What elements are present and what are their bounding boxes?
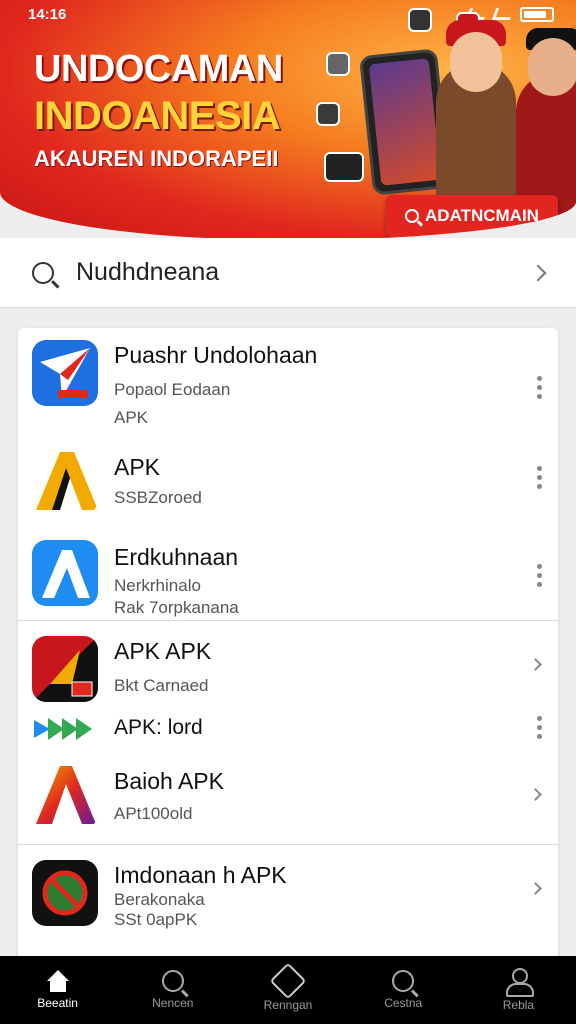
nav-tab-label: Rebla bbox=[502, 998, 535, 1012]
letter-a-yellow-icon bbox=[32, 448, 98, 514]
blocked-app-icon bbox=[32, 860, 98, 926]
status-time: 14:16 bbox=[28, 5, 67, 23]
nav-tab-label: Beeatin bbox=[37, 996, 78, 1010]
chevron-right-icon[interactable] bbox=[529, 788, 542, 801]
app-subtitle: APt100old bbox=[114, 804, 193, 823]
more-options-icon[interactable] bbox=[536, 564, 542, 587]
chevron-right-icon[interactable] bbox=[529, 882, 542, 895]
nav-tab-discover[interactable]: Cestna bbox=[346, 956, 461, 1024]
more-options-icon[interactable] bbox=[536, 376, 542, 399]
nav-tab-label: Nencen bbox=[152, 996, 194, 1010]
app-list: Puashr Undolohaan Popaol Eodaan APK APK … bbox=[18, 328, 558, 968]
battery-icon bbox=[520, 6, 554, 22]
clock-icon bbox=[326, 52, 350, 76]
video-camera-icon bbox=[324, 152, 364, 182]
app-title: Puashr Undolohaan bbox=[114, 342, 318, 368]
search-icon bbox=[161, 970, 184, 992]
camera-icon bbox=[408, 8, 432, 32]
letter-a-gradient-icon bbox=[32, 762, 98, 828]
list-item[interactable]: APK SSBZoroed bbox=[18, 448, 558, 518]
banner-button-label: ADATNCMAIN bbox=[425, 206, 539, 225]
home-icon bbox=[44, 970, 72, 992]
search-bar[interactable]: Nudhdneana bbox=[0, 238, 576, 308]
list-item[interactable]: Erdkuhnaan Nerkrhinalo Rak 7orpkanana bbox=[18, 540, 558, 620]
list-item[interactable]: Baioh APK APt100old bbox=[18, 762, 558, 832]
more-options-icon[interactable] bbox=[536, 716, 542, 739]
app-subtitle: Popaol Eodaan bbox=[114, 380, 231, 399]
app-title: APK bbox=[114, 454, 161, 480]
bag-icon bbox=[269, 962, 307, 1000]
search-input[interactable]: Nudhdneana bbox=[76, 258, 532, 287]
list-item[interactable]: Imdonaan h APK Berakonaka SSt 0apPK bbox=[18, 858, 558, 934]
chevron-right-icon[interactable] bbox=[529, 658, 542, 671]
app-subtitle: Nerkrhinalo bbox=[114, 576, 201, 595]
user-icon bbox=[506, 968, 535, 997]
app-title: APK APK bbox=[114, 638, 212, 664]
banner-illustration bbox=[316, 8, 576, 222]
app-title: Imdonaan h APK bbox=[114, 862, 287, 888]
bottom-navigation: Beeatin Nencen Renngan Cestna Rebla bbox=[0, 956, 576, 1024]
app-title: Baioh APK bbox=[114, 768, 224, 794]
more-options-icon[interactable] bbox=[536, 466, 542, 489]
app-subtitle: Rak 7orpkanana bbox=[114, 598, 239, 617]
app-subtitle: Bkt Carnaed bbox=[114, 676, 209, 695]
banner-subtitle: AKAUREN INDORAPEII bbox=[34, 146, 279, 171]
divider bbox=[18, 620, 558, 621]
nav-tab-profile[interactable]: Rebla bbox=[461, 956, 576, 1024]
banner-search-button[interactable]: ADATNCMAIN bbox=[386, 195, 558, 237]
list-item[interactable]: Puashr Undolohaan Popaol Eodaan APK bbox=[18, 340, 558, 430]
banner-title-highlight: INDOANESIA bbox=[34, 94, 281, 138]
nav-tab-search[interactable]: Nencen bbox=[115, 956, 230, 1024]
list-item[interactable]: APK APK Bkt Carnaed bbox=[18, 636, 558, 702]
search-icon bbox=[32, 261, 54, 284]
app-subtitle: SSt 0apPK bbox=[114, 910, 198, 929]
search-icon bbox=[392, 970, 415, 992]
divider bbox=[18, 844, 558, 845]
gamepad-icon bbox=[316, 102, 340, 126]
play-store-icon bbox=[32, 714, 98, 744]
letter-a-blue-icon bbox=[32, 540, 98, 606]
search-icon bbox=[405, 209, 420, 223]
person-illustration bbox=[436, 20, 516, 212]
paper-plane-icon bbox=[32, 340, 98, 406]
app-subtitle: SSBZoroed bbox=[114, 488, 202, 507]
nav-tab-label: Cestna bbox=[384, 996, 423, 1010]
banner-title: UNDOCAMAN bbox=[34, 48, 283, 90]
app-title: Erdkuhnaan bbox=[114, 544, 239, 570]
wifi-icon bbox=[491, 8, 515, 20]
app-title: APK: lord bbox=[114, 716, 203, 739]
chevron-right-icon[interactable] bbox=[529, 264, 547, 281]
red-black-app-icon bbox=[32, 636, 98, 702]
nav-tab-store[interactable]: Renngan bbox=[230, 956, 345, 1024]
hero-banner: 14:16 UNDOCAMAN INDOANESIA AKAUREN INDOR… bbox=[0, 0, 576, 240]
app-subtitle: APK bbox=[114, 408, 149, 427]
nav-tab-home[interactable]: Beeatin bbox=[0, 956, 115, 1024]
nav-tab-label: Renngan bbox=[263, 998, 313, 1012]
app-subtitle: Berakonaka bbox=[114, 890, 205, 909]
list-item[interactable]: APK: lord bbox=[18, 714, 558, 744]
